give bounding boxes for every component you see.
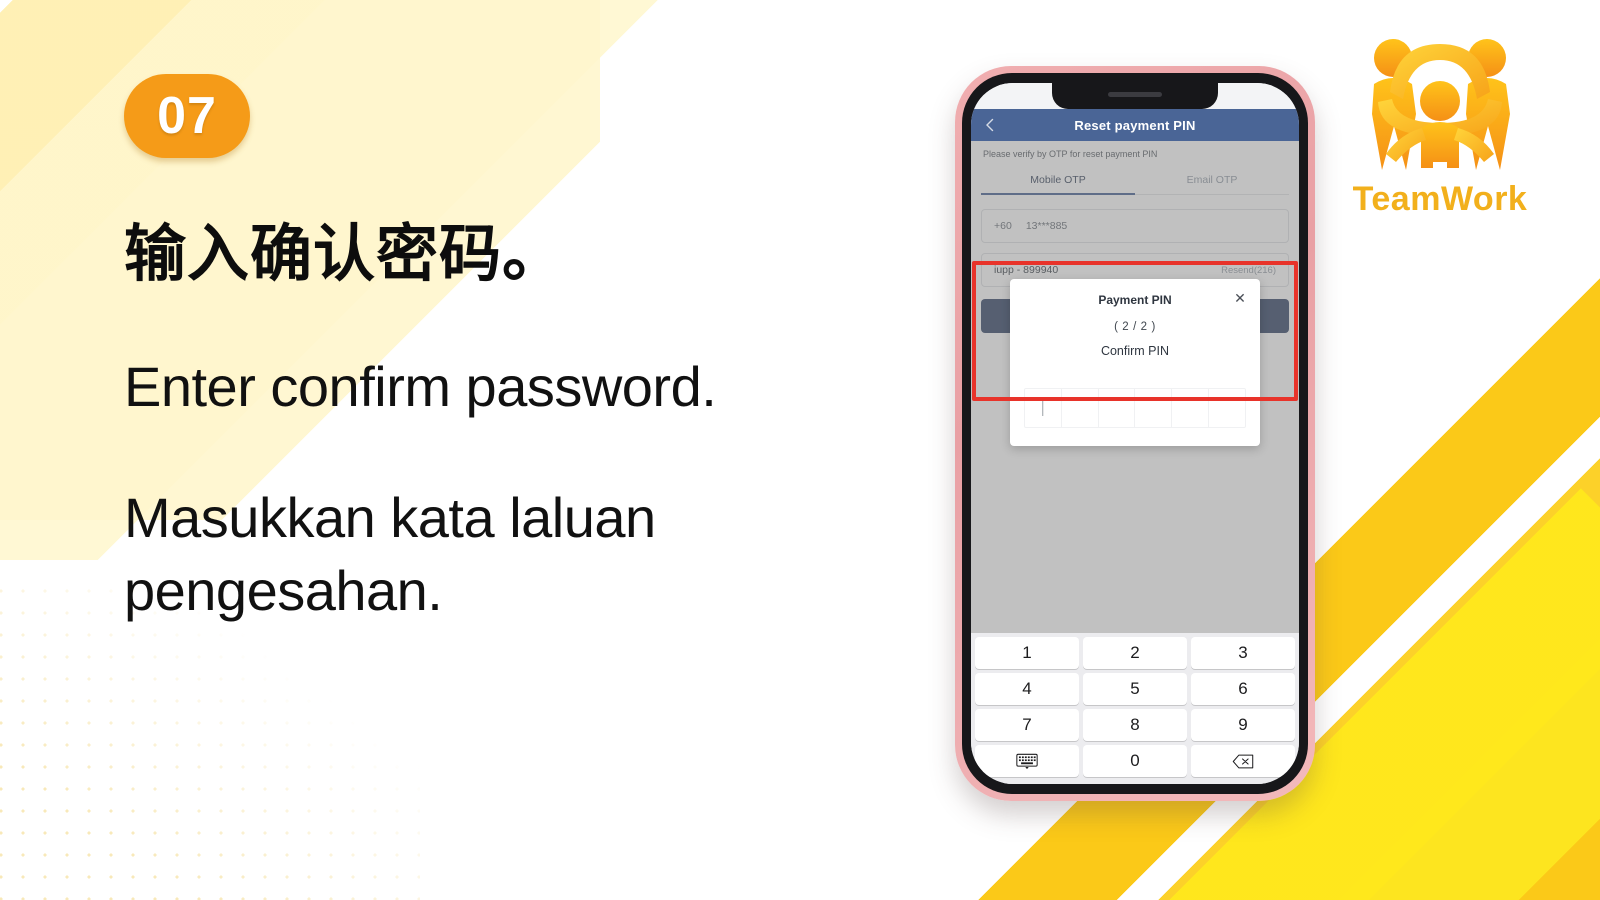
close-icon[interactable]: ✕ [1232,291,1248,307]
key-9[interactable]: 9 [1191,709,1295,741]
keypad-row: 4 5 6 [975,673,1295,705]
app-title: Reset payment PIN [1074,117,1196,133]
three-people-circle-icon [1372,39,1510,170]
headline-chinese: 输入确认密码。 [124,220,566,289]
keyboard-icon [1016,753,1038,769]
pin-step-counter: ( 2 / 2 ) [1114,321,1156,333]
phone-notch [1052,83,1218,109]
payment-pin-modal: Payment PIN ✕ ( 2 / 2 ) Confirm PIN [1010,279,1260,446]
phone-mockup: Reset payment PIN Please verify by OTP f… [955,66,1315,801]
pin-cell[interactable] [1062,389,1099,427]
modal-title: Payment PIN [1098,293,1172,307]
numeric-keypad: 1 2 3 4 5 6 7 8 9 0 [971,633,1299,784]
chevron-left-icon[interactable] [983,118,997,132]
key-3[interactable]: 3 [1191,637,1295,669]
key-4[interactable]: 4 [975,673,1079,705]
key-6[interactable]: 6 [1191,673,1295,705]
step-number-badge: 07 [124,74,250,158]
brand-logo: TeamWork [1340,18,1540,219]
instruction-malay: Masukkan kata laluan pengesahan. [124,486,656,623]
keypad-row: 1 2 3 [975,637,1295,669]
pin-input-group[interactable] [1024,388,1246,428]
phone-screen: Reset payment PIN Please verify by OTP f… [971,83,1299,784]
text-caret [1042,400,1044,416]
key-5[interactable]: 5 [1083,673,1187,705]
key-0[interactable]: 0 [1083,745,1187,777]
brand-name-label: TeamWork [1352,180,1528,218]
slide-content: 07 输入确认密码。 Enter confirm password. Masuk… [124,74,884,628]
step-number-label: 07 [157,87,217,145]
keypad-row: 7 8 9 [975,709,1295,741]
modal-subtitle: Confirm PIN [1100,344,1170,358]
key-8[interactable]: 8 [1083,709,1187,741]
pin-cell[interactable] [1099,389,1136,427]
pin-cell[interactable] [1135,389,1173,427]
pin-cell[interactable] [1025,389,1062,427]
key-1[interactable]: 1 [975,637,1079,669]
phone-speaker [1108,92,1162,97]
keypad-row: 0 [975,745,1295,777]
key-backspace[interactable] [1191,745,1295,777]
decor-dot-grid-bottom-left [0,580,420,900]
pin-cell[interactable] [1209,389,1245,427]
key-2[interactable]: 2 [1083,637,1187,669]
key-switch-keyboard[interactable] [975,745,1079,777]
instruction-english: Enter confirm password. [124,355,717,419]
key-7[interactable]: 7 [975,709,1079,741]
modal-header: Payment PIN ✕ [1024,291,1248,308]
slide-canvas: 07 输入确认密码。 Enter confirm password. Masuk… [0,0,1600,900]
pin-cell[interactable] [1172,389,1210,427]
app-header: Reset payment PIN [971,109,1299,141]
phone-bezel: Reset payment PIN Please verify by OTP f… [962,73,1308,794]
backspace-icon [1232,754,1254,768]
